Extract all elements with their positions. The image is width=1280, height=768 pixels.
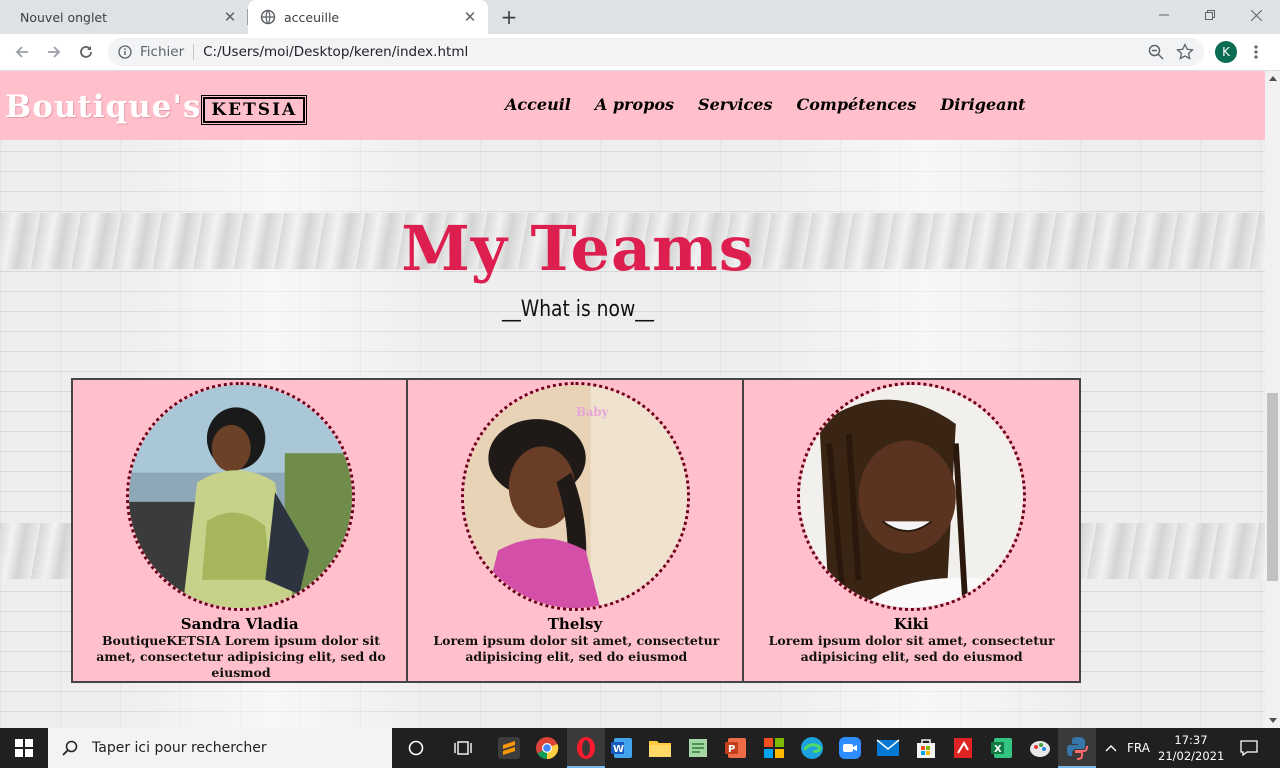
member-name: Sandra Vladia	[180, 615, 299, 633]
browser-toolbar: Fichier C:/Users/moi/Desktop/keren/index…	[0, 34, 1280, 71]
ms-store-icon[interactable]	[911, 733, 941, 763]
tab-title: acceuille	[284, 9, 340, 25]
zoom-app-icon[interactable]	[835, 733, 865, 763]
team-card: Baby Thelsy Lorem ipsum dolor sit amet, …	[408, 380, 744, 681]
notification-icon[interactable]	[1234, 733, 1264, 763]
globe-icon	[260, 9, 276, 25]
mail-icon[interactable]	[873, 733, 903, 763]
pdf-icon[interactable]	[949, 733, 979, 763]
browser-tabstrip: Nouvel onglet ✕ acceuille ✕ +	[0, 0, 1280, 34]
sublime-text-icon[interactable]	[494, 733, 524, 763]
word-icon[interactable]: W	[607, 733, 637, 763]
url-scheme: Fichier	[140, 44, 185, 60]
minimize-icon[interactable]	[1141, 0, 1187, 30]
python-icon[interactable]	[1062, 733, 1092, 763]
bookmark-star-icon[interactable]	[1176, 43, 1194, 61]
search-placeholder: Taper ici pour rechercher	[92, 740, 267, 756]
taskbar-search[interactable]: Taper ici pour rechercher	[48, 728, 392, 768]
scroll-down-arrow-icon[interactable]	[1265, 713, 1280, 728]
restore-icon[interactable]	[1187, 0, 1233, 30]
url-divider	[193, 44, 195, 60]
powerpoint-icon[interactable]: P	[721, 733, 751, 763]
notepad-plus-icon[interactable]	[683, 733, 713, 763]
member-description: BoutiqueKETSIA Lorem ipsum dolor sit ame…	[96, 633, 386, 680]
reload-icon[interactable]	[72, 38, 100, 66]
clock-date: 21/02/2021	[1158, 749, 1225, 763]
member-photo: Baby	[461, 382, 691, 611]
address-bar[interactable]: Fichier C:/Users/moi/Desktop/keren/index…	[108, 38, 1204, 66]
team-card: Kiki Lorem ipsum dolor sit amet, consect…	[743, 380, 1079, 681]
tab-close-icon[interactable]: ✕	[458, 5, 482, 29]
main-nav: Acceuil A propos Services Compétences Di…	[505, 95, 1026, 114]
site-logo[interactable]: Boutique's KETSIA	[5, 89, 308, 125]
store-tiles-icon[interactable]	[759, 733, 789, 763]
language-indicator[interactable]: FRA	[1127, 741, 1150, 755]
opera-icon[interactable]	[571, 733, 601, 763]
url-text[interactable]: C:/Users/moi/Desktop/keren/index.html	[203, 44, 468, 60]
team-grid: Sandra Vladia BoutiqueKETSIA Lorem ipsum…	[71, 378, 1081, 683]
windows-start-icon[interactable]	[0, 728, 48, 768]
site-header: Boutique's KETSIA Acceuil A propos Servi…	[0, 71, 1265, 140]
svg-text:X: X	[994, 744, 1002, 755]
member-description: Lorem ipsum dolor sit amet, consectetur …	[433, 633, 720, 664]
nav-competences[interactable]: Compétences	[796, 95, 916, 114]
close-window-icon[interactable]	[1233, 0, 1279, 30]
nav-acceuil[interactable]: Acceuil	[505, 95, 571, 114]
taskbar-clock[interactable]: 17:37 21/02/2021	[1158, 732, 1224, 764]
file-explorer-icon[interactable]	[645, 733, 675, 763]
nav-services[interactable]: Services	[698, 95, 772, 114]
tab-close-icon[interactable]: ✕	[218, 5, 242, 29]
edge-icon[interactable]	[797, 733, 827, 763]
info-icon[interactable]	[118, 45, 132, 59]
nav-a-propos[interactable]: A propos	[595, 95, 674, 114]
back-arrow-icon[interactable]	[8, 38, 36, 66]
tab-title: Nouvel onglet	[20, 9, 108, 25]
page-viewport: Boutique's KETSIA Acceuil A propos Servi…	[0, 71, 1265, 728]
scroll-thumb[interactable]	[1267, 393, 1278, 581]
team-card: Sandra Vladia BoutiqueKETSIA Lorem ipsum…	[73, 380, 409, 681]
photo-watermark: Baby	[576, 405, 610, 419]
page-scrollbar[interactable]	[1265, 71, 1280, 728]
member-name: Kiki	[893, 615, 929, 633]
member-photo	[796, 382, 1026, 611]
chrome-icon[interactable]	[532, 733, 562, 763]
svg-text:P: P	[728, 744, 735, 755]
profile-avatar[interactable]: K	[1215, 41, 1237, 63]
menu-dots-icon[interactable]	[1244, 38, 1268, 66]
new-tab-icon[interactable]: +	[496, 5, 522, 29]
member-name: Thelsy	[547, 615, 603, 633]
paint-icon[interactable]	[1025, 733, 1055, 763]
member-photo	[126, 382, 355, 611]
brand-name: Boutique's	[5, 89, 202, 125]
search-icon	[62, 740, 78, 756]
timeline-icon[interactable]	[448, 733, 478, 763]
member-description: Lorem ipsum dolor sit amet, consectetur …	[768, 633, 1055, 664]
nav-dirigeant[interactable]: Dirigeant	[940, 95, 1025, 114]
excel-icon[interactable]: X	[987, 733, 1017, 763]
section-title: My Teams	[401, 212, 755, 285]
clock-time: 17:37	[1174, 733, 1208, 747]
chevron-up-icon[interactable]	[1096, 733, 1126, 763]
scroll-up-arrow-icon[interactable]	[1265, 71, 1280, 86]
tab-nouvel-onglet[interactable]: Nouvel onglet ✕	[8, 0, 248, 34]
forward-arrow-icon[interactable]	[40, 38, 68, 66]
zoom-icon[interactable]	[1148, 44, 1164, 60]
windows-taskbar: Taper ici pour rechercher W P X FRA 17:3…	[0, 728, 1280, 768]
task-view-icon[interactable]	[401, 733, 431, 763]
tab-acceuille[interactable]: acceuille ✕	[248, 0, 488, 34]
section-subtitle: __What is now__	[502, 297, 654, 322]
brand-badge: KETSIA	[201, 95, 308, 125]
svg-text:W: W	[613, 744, 624, 755]
